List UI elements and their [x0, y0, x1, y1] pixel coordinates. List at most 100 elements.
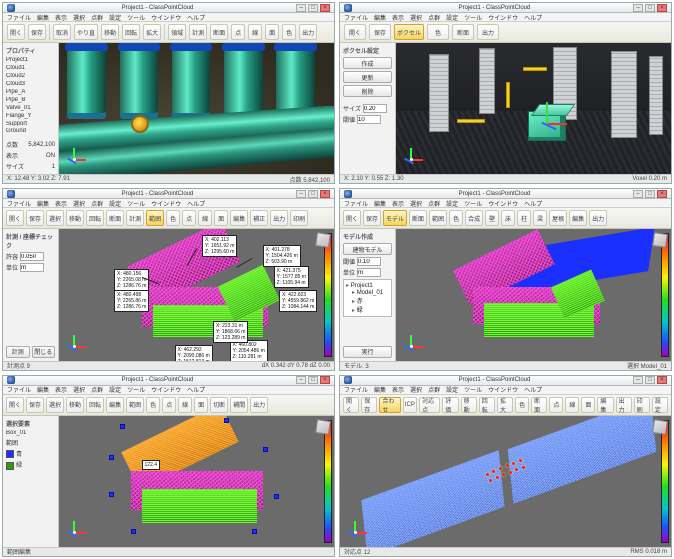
ribbon-button[interactable]: 点 [162, 397, 176, 413]
menu-item[interactable]: ツール [127, 199, 145, 208]
nav-cube-icon[interactable] [652, 419, 668, 435]
unit-input[interactable] [357, 268, 381, 277]
tree-item[interactable]: Project1 [6, 57, 55, 63]
delete-button[interactable]: 削除 [343, 85, 392, 97]
menu-item[interactable]: 表示 [55, 385, 67, 394]
menu-item[interactable]: 選択 [73, 385, 85, 394]
ribbon-button[interactable]: 移動 [66, 397, 84, 413]
menu-item[interactable]: 表示 [392, 199, 404, 208]
tree-item[interactable]: Pipe_A [6, 89, 55, 95]
ribbon-button[interactable]: 範囲 [126, 397, 144, 413]
menu-item[interactable]: 点群 [91, 385, 103, 394]
ribbon-button[interactable]: 点 [182, 210, 196, 226]
ribbon-button[interactable]: 補間 [230, 397, 248, 413]
menu-item[interactable]: 編集 [37, 199, 49, 208]
ribbon-button[interactable]: 範囲 [429, 210, 447, 226]
ribbon-button[interactable]: 編集 [569, 210, 587, 226]
bbox-handle[interactable] [263, 447, 268, 452]
unit-input[interactable] [20, 263, 44, 272]
update-button[interactable]: 更新 [343, 71, 392, 83]
ribbon-button[interactable]: 編集 [230, 210, 248, 226]
measure-button[interactable]: 計測 [6, 346, 30, 358]
ribbon-button[interactable]: 面 [214, 210, 228, 226]
ribbon-button[interactable]: 出力 [477, 24, 499, 40]
menu-item[interactable]: ヘルプ [524, 13, 542, 22]
maximize-button[interactable]: □ [645, 4, 655, 12]
menu-item[interactable]: 表示 [55, 199, 67, 208]
ribbon-button[interactable]: 色 [515, 397, 529, 413]
menu-item[interactable]: 編集 [374, 385, 386, 394]
menu-item[interactable]: ヘルプ [524, 385, 542, 394]
menu-item[interactable]: ヘルプ [187, 199, 205, 208]
menu-item[interactable]: ファイル [344, 385, 368, 394]
bbox-handle[interactable] [109, 492, 114, 497]
ribbon-button[interactable]: 線 [248, 24, 262, 40]
bbox-handle[interactable] [109, 455, 114, 460]
ribbon-button[interactable]: 領域 [168, 24, 186, 40]
close-button[interactable]: × [657, 190, 667, 198]
model-type-dropdown[interactable]: 建物モデル [343, 243, 392, 255]
ribbon-button[interactable]: 選択 [46, 397, 64, 413]
tree-item[interactable]: Ground [6, 128, 55, 134]
menu-item[interactable]: ヘルプ [187, 385, 205, 394]
menu-item[interactable]: 編集 [37, 13, 49, 22]
ribbon-button[interactable]: 編集 [597, 397, 613, 413]
tree-root[interactable]: Project1 [346, 282, 389, 289]
ribbon-button[interactable]: 断面 [531, 397, 547, 413]
close-button[interactable]: × [657, 4, 667, 12]
minimize-button[interactable]: – [633, 4, 643, 12]
ribbon-button[interactable]: 評価 [442, 397, 458, 413]
ribbon-button[interactable]: 開く [6, 397, 24, 413]
ribbon-button[interactable]: ICP [403, 397, 417, 413]
tree-item[interactable]: 緑 [346, 305, 389, 314]
nav-cube-icon[interactable] [315, 232, 331, 248]
ribbon-button[interactable]: 線 [198, 210, 212, 226]
viewport-3d[interactable] [396, 43, 671, 174]
ribbon-button[interactable]: 屋根 [549, 210, 567, 226]
ribbon-button[interactable]: 壁 [485, 210, 499, 226]
ribbon-button[interactable]: 切断 [210, 397, 228, 413]
ribbon-button[interactable]: 柱 [517, 210, 531, 226]
bbox-handle[interactable] [120, 424, 125, 429]
ribbon-button[interactable]: 出力 [250, 397, 268, 413]
viewport-3d[interactable] [59, 43, 334, 174]
menu-item[interactable]: 点群 [428, 385, 440, 394]
viewport-3d[interactable] [340, 416, 671, 547]
close-button[interactable]: × [320, 190, 330, 198]
ribbon-button[interactable]: 色 [146, 397, 160, 413]
maximize-button[interactable]: □ [308, 190, 318, 198]
menu-item[interactable]: ヘルプ [187, 13, 205, 22]
ribbon-button[interactable]: 保存 [361, 397, 377, 413]
menu-item[interactable]: 設定 [446, 199, 458, 208]
menu-item[interactable]: ツール [127, 13, 145, 22]
list-item[interactable]: 範囲 [6, 438, 55, 447]
menu-item[interactable]: ファイル [7, 385, 31, 394]
menu-item[interactable]: ツール [464, 385, 482, 394]
menu-item[interactable]: 選択 [410, 199, 422, 208]
ribbon-button[interactable]: 断面 [409, 210, 427, 226]
ribbon-button[interactable]: 出力 [589, 210, 607, 226]
minimize-button[interactable]: – [633, 376, 643, 384]
menu-item[interactable]: 設定 [446, 13, 458, 22]
tree-item[interactable]: Model_01 [346, 289, 389, 296]
ribbon-button[interactable]: 範囲 [146, 210, 164, 226]
ribbon-button[interactable]: 色 [166, 210, 180, 226]
menu-item[interactable]: 点群 [428, 13, 440, 22]
ribbon-button[interactable]: 計測 [189, 24, 207, 40]
menu-item[interactable]: 編集 [37, 385, 49, 394]
run-button[interactable]: 実行 [343, 346, 392, 358]
tree-item[interactable]: Cloud3 [6, 81, 55, 87]
bbox-handle[interactable] [274, 494, 279, 499]
ribbon-button[interactable]: 線 [565, 397, 579, 413]
ribbon-button[interactable]: 開く [344, 24, 366, 40]
close-button[interactable]: × [657, 376, 667, 384]
tree-item[interactable]: Cloud2 [6, 73, 55, 79]
ribbon-button[interactable]: 合わせ [379, 397, 400, 413]
ribbon-button[interactable]: 開く [7, 24, 25, 40]
menu-item[interactable]: ツール [464, 13, 482, 22]
ribbon-button[interactable]: 編集 [106, 397, 124, 413]
menu-item[interactable]: ツール [127, 385, 145, 394]
minimize-button[interactable]: – [296, 190, 306, 198]
ribbon-button[interactable]: 回転 [86, 397, 104, 413]
ribbon-button[interactable]: 保存 [363, 210, 381, 226]
